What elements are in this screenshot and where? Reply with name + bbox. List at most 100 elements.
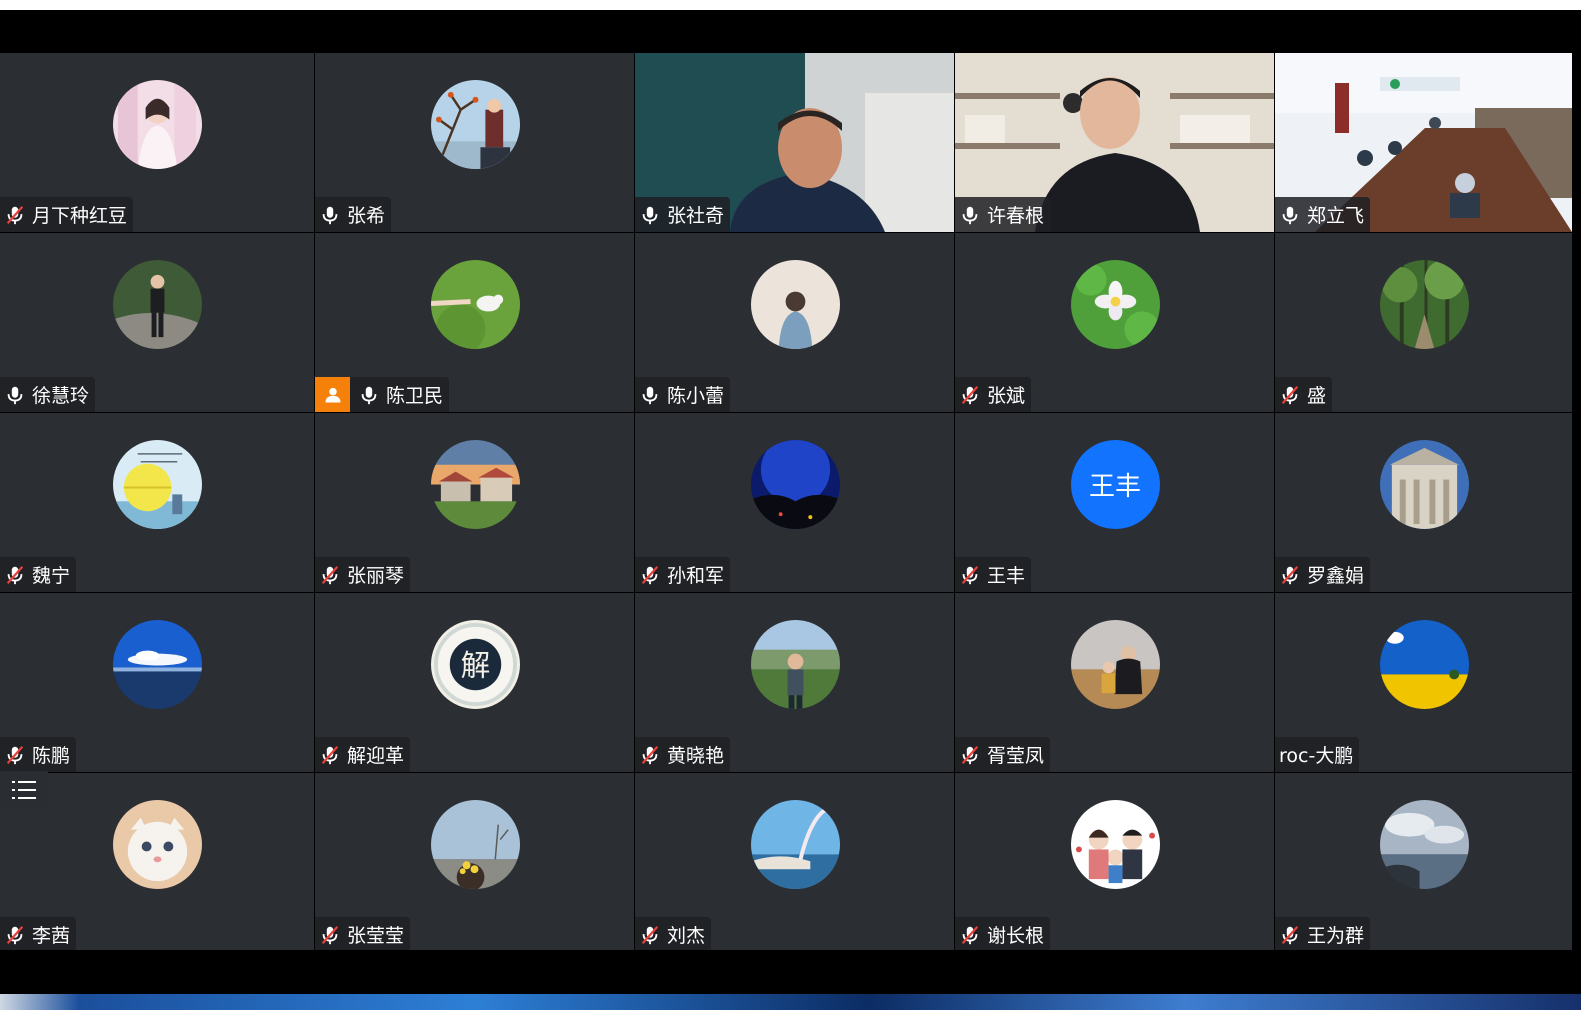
microphone-muted-icon[interactable] (1277, 382, 1303, 408)
participant-label: 王为群 (1275, 917, 1371, 952)
microphone-muted-icon[interactable] (637, 562, 663, 588)
participant-avatar (1379, 440, 1469, 529)
microphone-muted-icon[interactable] (637, 742, 663, 768)
participant-tile[interactable]: 解 解迎革 (315, 593, 634, 772)
microphone-muted-icon[interactable] (957, 922, 983, 948)
participant-tile[interactable]: 陈鹏 (0, 593, 314, 772)
participant-label: 王丰 (955, 557, 1032, 592)
participant-name: 徐慧玲 (32, 385, 90, 407)
participant-avatar (113, 260, 202, 349)
participant-video-tile[interactable]: 张社奇 (635, 53, 954, 232)
microphone-muted-icon[interactable] (1277, 922, 1303, 948)
participant-name: 张莹莹 (347, 925, 405, 947)
participant-avatar (750, 260, 840, 349)
participant-name: 张社奇 (667, 205, 725, 227)
participant-name: 罗鑫娟 (1307, 565, 1365, 587)
participant-tile[interactable]: 月下种红豆 (0, 53, 314, 232)
participant-tile[interactable]: 张希 (315, 53, 634, 232)
participant-name: 张希 (347, 205, 386, 227)
participant-video-tile[interactable]: 许春根 (955, 53, 1274, 232)
participant-tile[interactable]: roc-大鹏 (1275, 593, 1572, 772)
participant-tile[interactable]: 陈小蕾 (635, 233, 954, 412)
microphone-icon[interactable] (1277, 202, 1303, 228)
participant-tile[interactable]: 孙和军 (635, 413, 954, 592)
participant-label: 张社奇 (635, 197, 731, 232)
participant-tile[interactable]: 盛 (1275, 233, 1572, 412)
participant-avatar (1379, 800, 1469, 889)
participant-name: 黄晓艳 (667, 745, 725, 767)
microphone-muted-icon[interactable] (317, 742, 343, 768)
microphone-icon[interactable] (637, 202, 663, 228)
participant-tile[interactable]: 刘杰 (635, 773, 954, 952)
participant-avatar (1379, 620, 1469, 709)
participant-avatar: 解 (430, 620, 520, 709)
participant-label: 罗鑫娟 (1275, 557, 1371, 592)
participant-label: 张斌 (955, 377, 1032, 412)
participant-name: 许春根 (987, 205, 1045, 227)
microphone-muted-icon[interactable] (957, 742, 983, 768)
participant-avatar (1070, 620, 1160, 709)
participant-label: 张莹莹 (315, 917, 411, 952)
microphone-icon[interactable] (957, 202, 983, 228)
participant-name: 陈鹏 (32, 745, 71, 767)
microphone-icon[interactable] (2, 382, 28, 408)
microphone-muted-icon[interactable] (2, 562, 28, 588)
participant-name: 张斌 (987, 385, 1026, 407)
participant-avatar (750, 440, 840, 529)
microphone-muted-icon[interactable] (2, 742, 28, 768)
participant-name: 胥莹凤 (987, 745, 1045, 767)
participant-name: roc-大鹏 (1279, 745, 1354, 767)
participant-name: 谢长根 (987, 925, 1045, 947)
participant-tile[interactable]: 魏宁 (0, 413, 314, 592)
participant-tile[interactable]: 张莹莹 (315, 773, 634, 952)
participant-name: 刘杰 (667, 925, 706, 947)
microphone-muted-icon[interactable] (317, 562, 343, 588)
participant-gallery: 月下种红豆 张希 张社奇 许春根 郑立飞 徐慧玲 陈卫民 陈小蕾 张斌 盛 魏宁… (0, 53, 1572, 952)
top-window-edge (0, 0, 1581, 10)
microphone-muted-icon[interactable] (957, 382, 983, 408)
microphone-icon[interactable] (356, 382, 382, 408)
participant-name: 张丽琴 (347, 565, 405, 587)
participant-video-tile[interactable]: 郑立飞 (1275, 53, 1572, 232)
participant-avatar (1070, 800, 1160, 889)
participant-tile[interactable]: 谢长根 (955, 773, 1274, 952)
participant-name: 孙和军 (667, 565, 725, 587)
participant-label: 盛 (1275, 377, 1333, 412)
participant-tile[interactable]: 黄晓艳 (635, 593, 954, 772)
participant-avatar (750, 800, 840, 889)
participant-name: 王为群 (1307, 925, 1365, 947)
participant-name: 月下种红豆 (32, 205, 128, 227)
participant-label: roc-大鹏 (1275, 737, 1360, 772)
participant-name: 陈小蕾 (667, 385, 725, 407)
participant-tile[interactable]: 罗鑫娟 (1275, 413, 1572, 592)
participant-tile[interactable]: 张斌 (955, 233, 1274, 412)
participant-avatar (430, 260, 520, 349)
participant-label: 黄晓艳 (635, 737, 731, 772)
microphone-muted-icon[interactable] (317, 922, 343, 948)
microphone-muted-icon[interactable] (637, 922, 663, 948)
microphone-icon[interactable] (637, 382, 663, 408)
participant-tile[interactable]: 陈卫民 (315, 233, 634, 412)
participant-tile[interactable]: 张丽琴 (315, 413, 634, 592)
microphone-icon[interactable] (317, 202, 343, 228)
microphone-muted-icon[interactable] (957, 562, 983, 588)
text-avatar: 王丰 (1070, 440, 1160, 529)
microphone-muted-icon[interactable] (1277, 562, 1303, 588)
participant-name: 李茜 (32, 925, 71, 947)
participant-avatar (430, 80, 520, 169)
participant-label: 陈卫民 (315, 377, 450, 412)
participant-tile[interactable]: 胥莹凤 (955, 593, 1274, 772)
participant-label: 徐慧玲 (0, 377, 96, 412)
participant-label: 孙和军 (635, 557, 731, 592)
microphone-muted-icon[interactable] (2, 202, 28, 228)
microphone-muted-icon[interactable] (2, 922, 28, 948)
participant-tile[interactable]: 王为群 (1275, 773, 1572, 952)
participant-label: 陈小蕾 (635, 377, 731, 412)
participant-tile[interactable]: 徐慧玲 (0, 233, 314, 412)
participant-label: 魏宁 (0, 557, 77, 592)
participant-tile[interactable]: 王丰 王丰 (955, 413, 1274, 592)
participant-label: 张希 (315, 197, 392, 232)
participant-avatar (1070, 260, 1160, 349)
list-menu-icon[interactable] (0, 771, 48, 808)
participant-label: 刘杰 (635, 917, 712, 952)
